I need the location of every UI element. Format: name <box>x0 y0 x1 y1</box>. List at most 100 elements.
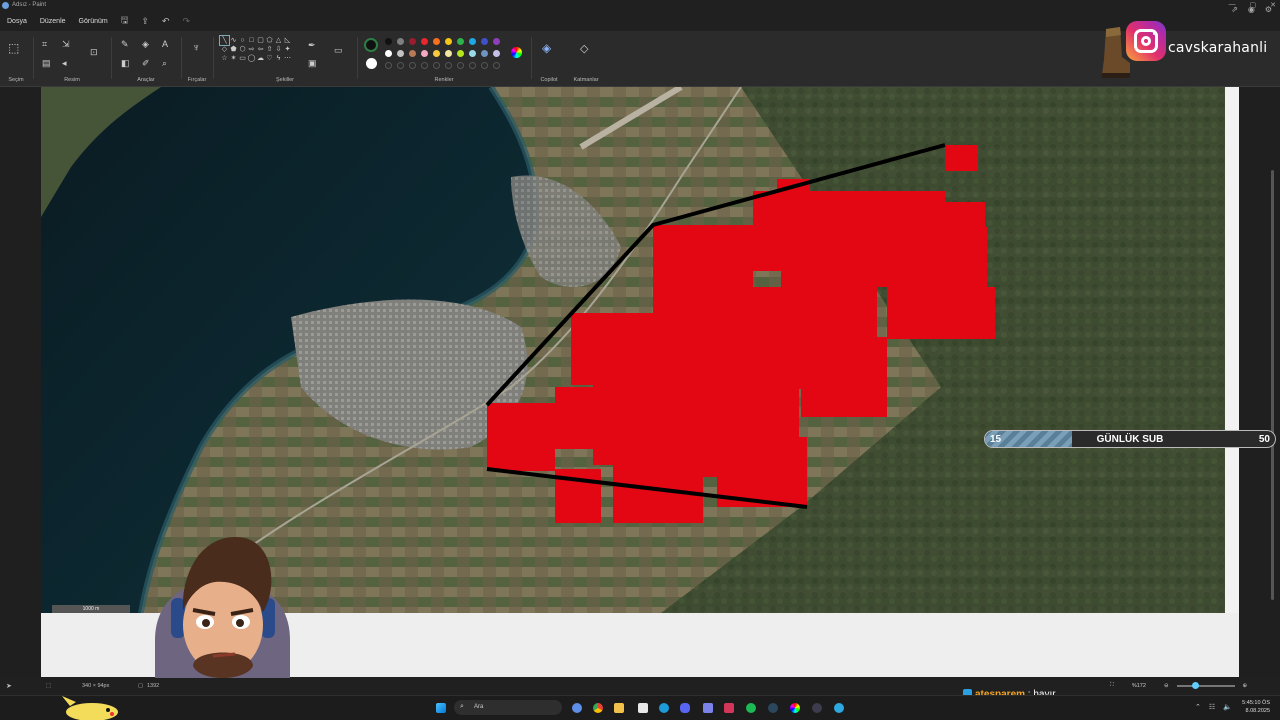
primary-color-swatch[interactable] <box>364 38 378 52</box>
custom-color-slot[interactable] <box>421 62 428 69</box>
tray-arrow-icon[interactable]: ⌃ <box>1195 703 1201 711</box>
palette-color-swatch[interactable] <box>445 50 452 57</box>
crop-icon[interactable]: ⌗ <box>42 39 47 49</box>
settings-icon[interactable]: ⚙ <box>1265 5 1272 14</box>
taskbar-clock[interactable]: 5:45:10 ÖS 8.08.2025 <box>1242 699 1270 715</box>
paint-taskbar-icon[interactable] <box>790 703 800 713</box>
file-explorer-icon[interactable] <box>614 703 624 713</box>
select-rectangle-icon[interactable]: ⬚ <box>8 42 19 54</box>
edit-colors-icon[interactable] <box>511 47 522 58</box>
palette-color-swatch[interactable] <box>457 50 464 57</box>
custom-color-slot[interactable] <box>409 62 416 69</box>
custom-color-slot[interactable] <box>397 62 404 69</box>
menu-edit[interactable]: Düzenle <box>40 18 66 25</box>
custom-color-slot[interactable] <box>493 62 500 69</box>
palette-color-swatch[interactable] <box>409 50 416 57</box>
rectangle-shape-icon[interactable]: □ <box>247 36 256 45</box>
custom-color-slot[interactable] <box>385 62 392 69</box>
shape-gallery-icon[interactable]: ▭ <box>334 45 343 55</box>
curve-shape-icon[interactable]: ∿ <box>229 36 238 45</box>
undo-icon[interactable]: ↶ <box>162 16 170 27</box>
palette-color-swatch[interactable] <box>469 38 476 45</box>
palette-color-swatch[interactable] <box>397 50 404 57</box>
rotate-icon[interactable]: ◂ <box>62 58 67 68</box>
arrow-up-shape-icon[interactable]: ⇧ <box>265 45 274 54</box>
fill-style-icon[interactable]: ▣ <box>308 58 317 68</box>
diamond-shape-icon[interactable]: ◇ <box>220 45 229 54</box>
callout-cloud-shape-icon[interactable]: ☁ <box>256 54 265 63</box>
palette-color-swatch[interactable] <box>421 38 428 45</box>
share-icon[interactable]: ⇪ <box>141 16 149 27</box>
menu-file[interactable]: Dosya <box>7 18 27 25</box>
fill-icon[interactable]: ◈ <box>142 39 149 49</box>
palette-color-swatch[interactable] <box>493 38 500 45</box>
volume-icon[interactable]: 🔈 <box>1223 703 1232 711</box>
color-picker-icon[interactable]: ✐ <box>142 58 150 68</box>
pencil-icon[interactable]: ✎ <box>121 39 129 49</box>
start-icon[interactable] <box>436 703 446 713</box>
star6-shape-icon[interactable]: ✶ <box>229 54 238 63</box>
save-icon[interactable]: 🖫 <box>121 13 129 29</box>
spotify-icon[interactable] <box>746 703 756 713</box>
oval-shape-icon[interactable]: ○ <box>238 36 247 45</box>
star5-shape-icon[interactable]: ☆ <box>220 54 229 63</box>
palette-color-swatch[interactable] <box>421 50 428 57</box>
arrow-down-shape-icon[interactable]: ⇩ <box>274 45 283 54</box>
taskbar-search[interactable]: ⌕ Ara <box>454 700 562 715</box>
teams-icon[interactable] <box>703 703 713 713</box>
outline-icon[interactable]: ✒ <box>308 40 316 50</box>
brush-icon[interactable]: ♆ <box>192 43 200 54</box>
star4-shape-icon[interactable]: ✦ <box>283 45 292 54</box>
redo-icon[interactable]: ↷ <box>182 16 190 27</box>
menu-view[interactable]: Görünüm <box>79 18 108 25</box>
obs-icon[interactable] <box>812 703 822 713</box>
zoom-out-icon[interactable]: ⊖ <box>1164 683 1169 689</box>
palette-color-swatch[interactable] <box>433 38 440 45</box>
fit-window-icon[interactable]: ⛶ <box>1110 682 1114 689</box>
palette-color-swatch[interactable] <box>433 50 440 57</box>
text-icon[interactable]: A <box>162 39 168 49</box>
zoom-level[interactable]: %172 <box>1132 683 1146 689</box>
magnifier-icon[interactable]: ⌕ <box>162 58 167 68</box>
zoom-in-icon[interactable]: ⊕ <box>1243 683 1248 689</box>
app-red-icon[interactable] <box>724 703 734 713</box>
palette-color-swatch[interactable] <box>385 38 392 45</box>
custom-color-slot[interactable] <box>481 62 488 69</box>
palette-color-swatch[interactable] <box>397 38 404 45</box>
custom-color-slot[interactable] <box>433 62 440 69</box>
palette-color-swatch[interactable] <box>409 38 416 45</box>
pentagon-shape-icon[interactable]: ⬟ <box>229 45 238 54</box>
steam-icon[interactable] <box>768 703 778 713</box>
custom-color-slot[interactable] <box>457 62 464 69</box>
resize-icon[interactable]: ⇲ <box>62 39 70 49</box>
task-view-icon[interactable] <box>572 703 582 713</box>
custom-color-slot[interactable] <box>445 62 452 69</box>
heart-shape-icon[interactable]: ♡ <box>265 54 274 63</box>
polygon-shape-icon[interactable]: ⬠ <box>265 36 274 45</box>
right-triangle-shape-icon[interactable]: ◺ <box>283 36 292 45</box>
chrome-icon[interactable] <box>593 703 603 713</box>
callout-rect-shape-icon[interactable]: ▭ <box>238 54 247 63</box>
edge-icon[interactable] <box>659 703 669 713</box>
palette-color-swatch[interactable] <box>481 38 488 45</box>
notepad-icon[interactable] <box>638 703 648 713</box>
palette-color-swatch[interactable] <box>457 38 464 45</box>
callout-oval-shape-icon[interactable]: ◯ <box>247 54 256 63</box>
more-shapes-icon[interactable]: ⋯ <box>283 54 292 63</box>
hexagon-shape-icon[interactable]: ⬡ <box>238 45 247 54</box>
account-icon[interactable]: ◉ <box>1248 5 1255 14</box>
triangle-shape-icon[interactable]: △ <box>274 36 283 45</box>
palette-color-swatch[interactable] <box>445 38 452 45</box>
arrow-right-shape-icon[interactable]: ⇨ <box>247 45 256 54</box>
secondary-color-swatch[interactable] <box>366 58 377 69</box>
line-shape-icon[interactable]: ╲ <box>219 35 230 46</box>
share-out-icon[interactable]: ⇗ <box>1231 5 1238 14</box>
zoom-slider-knob[interactable] <box>1191 681 1199 689</box>
layers-icon[interactable]: ◇ <box>580 44 588 55</box>
copilot-icon[interactable]: ◈ <box>542 42 551 54</box>
rounded-rect-shape-icon[interactable]: ▢ <box>256 36 265 45</box>
ai-select-icon[interactable]: ⊡ <box>90 47 98 57</box>
custom-color-slot[interactable] <box>469 62 476 69</box>
zoom-slider[interactable] <box>1176 681 1235 689</box>
arrow-left-shape-icon[interactable]: ⇦ <box>256 45 265 54</box>
